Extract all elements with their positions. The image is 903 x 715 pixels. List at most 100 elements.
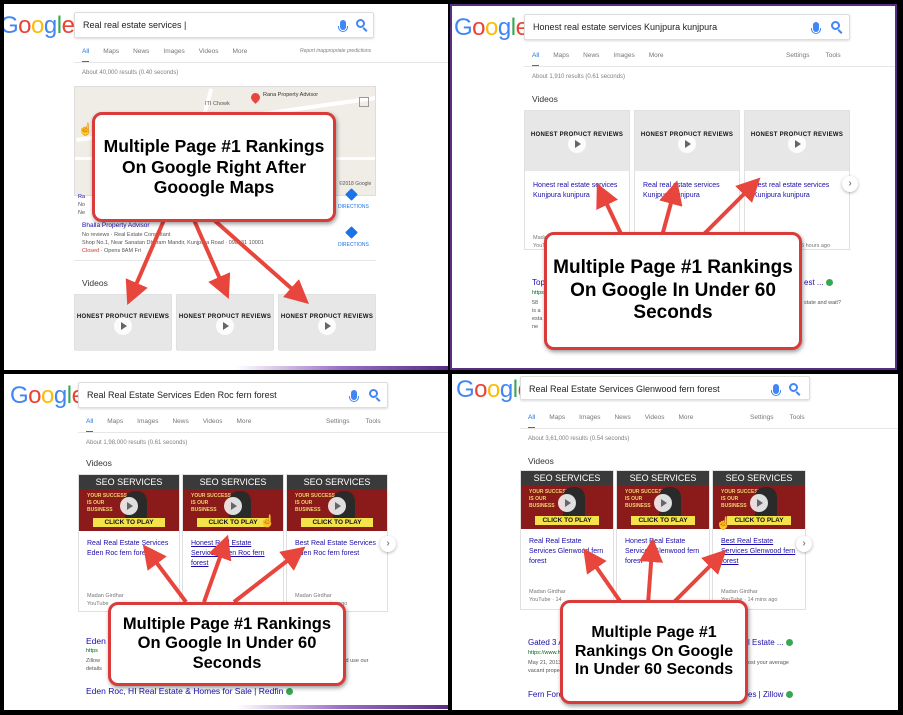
video-thumbnail[interactable]: SEO SERVICES YOUR SUCCESS IS OUR BUSINES… [521,471,613,529]
video-thumbnail[interactable]: HONEST PRODUCT REVIEWS [177,295,273,351]
play-icon[interactable] [216,316,234,335]
directions-icon[interactable] [345,226,358,239]
play-icon[interactable] [224,496,242,515]
play-icon[interactable] [654,493,672,512]
search-input[interactable]: Real Real Estate Services Glenwood fern … [520,376,810,400]
play-icon[interactable] [558,493,576,512]
tab-maps[interactable]: Maps [103,48,119,63]
mic-icon[interactable] [338,20,348,32]
video-title[interactable]: Best Real Estate Services Eden Roc fern … [295,539,381,559]
video-thumbnail[interactable]: SEO SERVICES YOUR SUCCESS IS OUR BUSINES… [287,475,387,531]
result-link[interactable]: Gated 3 A [528,638,564,647]
tab-news[interactable]: News [583,52,599,67]
map-pin-icon[interactable] [249,91,262,104]
chevron-right-icon[interactable]: › [842,176,858,192]
tab-more[interactable]: More [679,414,694,429]
play-icon[interactable] [678,135,696,153]
result-link-tail[interactable]: l Estate ... [748,638,793,647]
listing-name[interactable]: Bhalla Property Advisor [82,222,150,229]
video-title[interactable]: Honest real estate services Kunjpura kun… [533,181,623,201]
video-thumbnail[interactable]: HONEST PRODUCT REVIEWS [75,295,171,351]
tab-all[interactable]: All [82,48,90,63]
click-to-play[interactable]: CLICK TO PLAY [535,516,599,525]
tab-more[interactable]: More [649,52,664,67]
result-link[interactable]: Eden Roc, HI Real Estate & Homes for Sal… [86,686,293,696]
google-logo[interactable]: Google [454,14,529,42]
google-logo[interactable]: Google [4,12,75,40]
video-thumbnail[interactable]: HONEST PRODUCT REVIEWS [525,111,629,171]
search-icon[interactable] [356,19,365,28]
tab-images[interactable]: Images [163,48,184,63]
tab-videos[interactable]: Videos [645,414,665,429]
tab-all[interactable]: All [532,52,540,67]
expand-icon[interactable] [359,97,369,107]
tab-images[interactable]: Images [137,418,158,433]
search-input[interactable]: Real real estate services | [74,12,374,38]
tab-maps[interactable]: Maps [549,414,565,429]
search-icon[interactable] [369,389,378,398]
search-icon[interactable] [831,21,840,30]
tab-images[interactable]: Images [579,414,600,429]
video-card[interactable]: HONEST PRODUCT REVIEWS [176,294,274,351]
click-to-play[interactable]: CLICK TO PLAY [197,518,269,527]
play-icon[interactable] [788,135,806,153]
play-icon[interactable] [568,135,586,153]
video-title[interactable]: Real Real Estate Services Glenwood fern … [529,537,607,567]
google-logo[interactable]: Google [10,382,85,410]
play-icon[interactable] [750,493,768,512]
video-card[interactable]: HONEST PRODUCT REVIEWS [74,294,172,351]
video-card[interactable]: SEO SERVICES YOUR SUCCESS IS OUR BUSINES… [520,470,614,610]
result-link[interactable]: Eden [86,636,106,646]
result-url[interactable]: https [86,648,98,654]
video-title[interactable]: Best Real Estate Services Glenwood fern … [721,537,799,567]
video-card[interactable]: HONEST PRODUCT REVIEWS Honest real estat… [524,110,630,250]
tab-news[interactable]: News [133,48,149,63]
video-thumbnail[interactable]: HONEST PRODUCT REVIEWS [279,295,375,351]
tab-all[interactable]: All [86,418,94,433]
tab-settings[interactable]: Settings [786,52,810,59]
video-card[interactable]: SEO SERVICES YOUR SUCCESS IS OUR BUSINES… [182,474,284,612]
search-input[interactable]: Honest real estate services Kunjpura kun… [524,14,850,40]
video-thumbnail[interactable]: HONEST PRODUCT REVIEWS [635,111,739,171]
mic-icon[interactable] [811,22,821,34]
result-url[interactable]: https [532,290,544,296]
video-thumbnail[interactable]: SEO SERVICES YOUR SUCCESS IS OUR BUSINES… [617,471,709,529]
play-icon[interactable] [318,316,336,335]
tab-news[interactable]: News [614,414,630,429]
result-link-tail[interactable]: est ... [804,278,833,287]
video-title[interactable]: Honest Real Estate Services Eden Roc fer… [191,539,277,569]
video-card[interactable]: SEO SERVICES YOUR SUCCESS IS OUR BUSINES… [286,474,388,612]
tab-all[interactable]: All [528,414,536,429]
tab-maps[interactable]: Maps [107,418,123,433]
video-card[interactable]: SEO SERVICES YOUR SUCCESS IS OUR BUSINES… [78,474,180,612]
report-link[interactable]: Report inappropriate predictions [300,48,371,54]
mic-icon[interactable] [771,384,781,396]
tab-more[interactable]: More [237,418,252,433]
play-icon[interactable] [120,496,138,515]
video-title[interactable]: Best real estate services Kunjpura kunjp… [753,181,843,201]
directions-link[interactable]: DIRECTIONS [338,204,369,210]
tab-news[interactable]: News [172,418,188,433]
play-icon[interactable] [114,316,132,335]
video-title[interactable]: Real real estate services Kunjpura kunjp… [643,181,733,201]
video-card[interactable]: HONEST PRODUCT REVIEWS Best real estate … [744,110,850,250]
tab-maps[interactable]: Maps [553,52,569,67]
tab-tools[interactable]: Tools [826,52,841,59]
listing-a[interactable]: Ra [78,194,85,200]
tab-images[interactable]: Images [613,52,634,67]
click-to-play[interactable]: CLICK TO PLAY [301,518,373,527]
video-title[interactable]: Honest Real Estate Services Glenwood fer… [625,537,703,567]
tab-videos[interactable]: Videos [203,418,223,433]
video-card[interactable]: HONEST PRODUCT REVIEWS Real real estate … [634,110,740,250]
play-icon[interactable] [328,496,346,515]
result-link-tail[interactable]: es | Zillow [748,690,793,699]
video-title[interactable]: Real Real Estate Services Eden Roc fern … [87,539,173,559]
search-icon[interactable] [789,383,798,392]
tab-more[interactable]: More [233,48,248,63]
tab-settings[interactable]: Settings [326,418,350,425]
click-to-play[interactable]: CLICK TO PLAY [93,518,165,527]
directions-link[interactable]: DIRECTIONS [338,242,369,248]
video-thumbnail[interactable]: HONEST PRODUCT REVIEWS [745,111,849,171]
video-card[interactable]: SEO SERVICES YOUR SUCCESS IS OUR BUSINES… [616,470,710,610]
click-to-play[interactable]: CLICK TO PLAY [631,516,695,525]
